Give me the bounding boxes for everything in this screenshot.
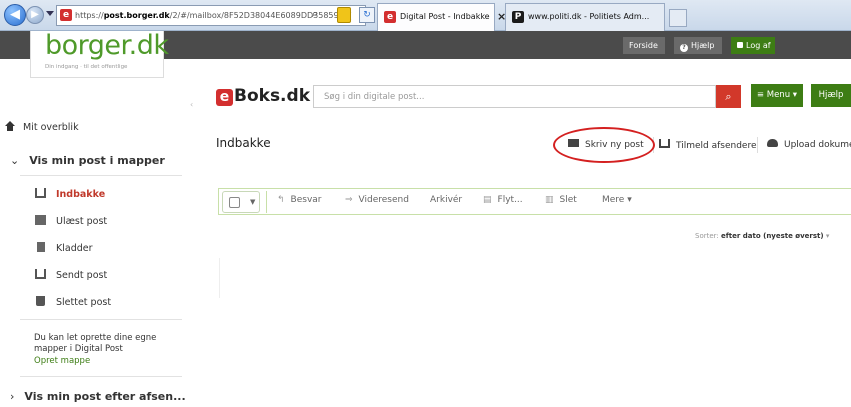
home-icon: [5, 121, 15, 131]
select-all-checkbox[interactable]: [229, 197, 240, 208]
sender-heading-label: Vis min post efter afsen...: [24, 390, 186, 403]
logout-button[interactable]: Log af: [731, 37, 775, 54]
logo-text: borger.dk: [45, 30, 169, 61]
move-button[interactable]: ▤ Flyt...: [483, 195, 523, 205]
draft-icon: [37, 242, 45, 252]
new-tab-button[interactable]: [669, 9, 687, 27]
delete-label: Slet: [559, 195, 577, 205]
delete-button[interactable]: ▥ Slet: [545, 195, 577, 205]
subscribe-senders-label: Tilmeld afsendere: [676, 141, 757, 151]
envelope-icon: [35, 215, 46, 225]
sidebar-item-label: Kladder: [56, 243, 93, 254]
sidebar-item-slettet[interactable]: Slettet post: [35, 293, 111, 313]
address-prefix: https://: [75, 11, 104, 20]
refresh-icon[interactable]: ↻: [359, 7, 375, 23]
question-icon: ?: [680, 44, 688, 52]
subscribe-icon: [659, 139, 670, 148]
sidebar-item-label: Ulæst post: [56, 216, 108, 227]
sort-prefix: Sorter:: [695, 232, 719, 240]
move-label: Flyt...: [497, 195, 523, 205]
folders-heading-label: Vis min post i mapper: [29, 154, 165, 167]
folder-icon: ▤: [483, 195, 492, 205]
sidebar-item-kladder[interactable]: Kladder: [35, 239, 93, 259]
eboks-logo-text: Boks.dk: [234, 86, 310, 106]
trash-icon: ▥: [545, 195, 554, 205]
borger-logo[interactable]: borger.dk Din indgang · til det offentli…: [30, 30, 169, 78]
sort-caret-icon: ▾: [825, 232, 830, 240]
search-button[interactable]: ⌕: [716, 85, 741, 108]
tab-label: www.politi.dk - Politiets Adm...: [528, 12, 650, 21]
logo-tagline: Din indgang · til det offentlige: [45, 64, 128, 70]
eboks-logo-mark: e: [216, 89, 233, 106]
sidebar-item-label: Slettet post: [56, 297, 112, 308]
sidebar-item-label: Mit overblik: [23, 122, 79, 133]
sidebar-item-label: Indbakke: [56, 189, 106, 200]
address-search-icon[interactable]: ⌕: [312, 7, 318, 21]
archive-button[interactable]: Arkivér: [430, 195, 462, 205]
folders-heading[interactable]: ⌄ Vis min post i mapper: [10, 151, 165, 171]
site-favicon: e: [60, 9, 72, 21]
help-header-button[interactable]: ? Hjælp: [674, 37, 722, 54]
sidebar-item-overview[interactable]: Mit overblik: [5, 118, 79, 138]
more-button[interactable]: Mere ▾: [602, 195, 632, 205]
forside-button[interactable]: Forside: [623, 37, 665, 54]
action-divider: [757, 137, 758, 153]
toolbar-divider: [266, 191, 267, 213]
menu-button[interactable]: ≡ Menu ▾: [751, 84, 803, 107]
help-header-label: Hjælp: [691, 41, 715, 50]
sent-icon: [35, 269, 46, 279]
sidebar-item-sendt[interactable]: Sendt post: [35, 266, 107, 286]
sidebar-collapse-icon[interactable]: ‹: [190, 100, 193, 109]
forward-button[interactable]: ▶: [26, 6, 44, 24]
lock-icon[interactable]: [337, 7, 351, 23]
address-path: /2/#/mailbox/8F52D38044E6089DD3585949(: [169, 11, 352, 20]
tab-politi[interactable]: P www.politi.dk - Politiets Adm...: [505, 3, 665, 31]
politi-favicon-icon: P: [512, 11, 524, 23]
reply-icon: ↰: [277, 195, 285, 205]
sender-heading[interactable]: › Vis min post efter afsen...: [10, 387, 186, 407]
chevron-down-icon[interactable]: ▼: [250, 198, 255, 206]
sidebar-item-ulaest[interactable]: Ulæst post: [35, 212, 107, 232]
subscribe-senders-button[interactable]: Tilmeld afsendere: [659, 139, 757, 151]
tab-digital-post[interactable]: e Digital Post - Indbakke: [377, 3, 495, 31]
cloud-upload-icon: [767, 139, 778, 147]
inbox-icon: [35, 188, 46, 198]
sidebar-divider: [20, 175, 182, 176]
chevron-down-icon: ⌄: [10, 154, 20, 167]
reply-button[interactable]: ↰ Besvar: [277, 195, 322, 205]
address-bar[interactable]: https://post.borger.dk/2/#/mailbox/8F52D…: [56, 5, 366, 26]
trash-icon: [36, 296, 45, 306]
forward-icon: ⇒: [345, 195, 353, 205]
address-host: post.borger.dk: [103, 11, 170, 20]
sidebar-divider: [20, 319, 182, 320]
sidebar-divider: [20, 376, 182, 377]
search-input[interactable]: [313, 85, 716, 108]
tab-label: Digital Post - Indbakke: [400, 12, 490, 21]
back-button[interactable]: ◀: [4, 4, 26, 26]
upload-document-label: Upload dokument: [784, 140, 851, 150]
annotation-circle: [553, 127, 655, 163]
eboks-logo[interactable]: e Boks.dk: [216, 86, 310, 106]
logout-label: Log af: [746, 41, 771, 50]
folders-note: Du kan let oprette dine egne mapper i Di…: [34, 333, 157, 354]
eboks-favicon-icon: e: [384, 11, 396, 23]
forward-message-button[interactable]: ⇒ Videresend: [345, 195, 409, 205]
sort-value: efter dato (nyeste øverst): [721, 232, 824, 240]
chevron-right-icon: ›: [10, 390, 15, 403]
history-dropdown-icon[interactable]: [46, 11, 54, 16]
create-folder-link[interactable]: Opret mappe: [34, 356, 90, 366]
sort-selector[interactable]: Sorter: efter dato (nyeste øverst) ▾: [695, 232, 829, 240]
forward-label: Videresend: [358, 195, 409, 205]
upload-document-button[interactable]: Upload dokument: [767, 139, 851, 150]
help-button[interactable]: Hjælp: [811, 84, 851, 107]
page-title: Indbakke: [216, 136, 271, 150]
sidebar-item-label: Sendt post: [56, 270, 108, 281]
reply-label: Besvar: [290, 195, 322, 205]
message-list-area: [219, 258, 220, 298]
lock-icon: [737, 42, 743, 48]
sidebar-item-indbakke[interactable]: Indbakke: [35, 185, 105, 205]
